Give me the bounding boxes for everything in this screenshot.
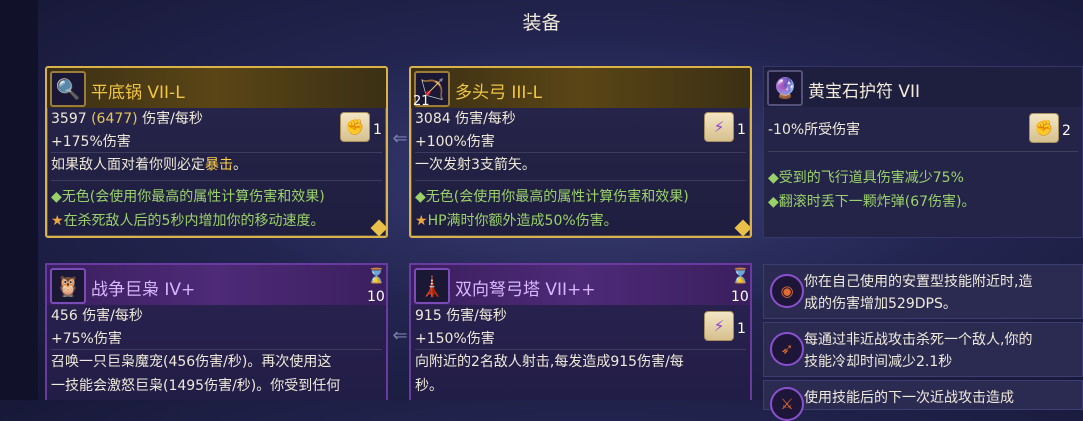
item-name: 黄宝石护符 VII xyxy=(808,82,921,102)
divider xyxy=(415,349,746,350)
dps-unit: 伤害/每秒 xyxy=(446,308,507,324)
red-rune-icon[interactable]: ✊ xyxy=(1029,113,1059,143)
passive-text: 每通过非近战攻击杀死一个敌人,你的 技能冷却时间减少2.1秒 xyxy=(804,332,1033,370)
rune-count: 1 xyxy=(737,321,746,337)
damage-bonus: +175%伤害 xyxy=(51,134,131,150)
owl-icon: 🦉 xyxy=(50,268,86,304)
damage-bonus: +75%伤害 xyxy=(51,331,122,347)
divider xyxy=(768,151,1078,152)
passive-text: 你在自己使用的安置型技能附近时,造 成的伤害增加529DPS。 xyxy=(804,274,1033,312)
passive-entry[interactable]: ⚔ 使用技能后的下一次近战攻击造成 xyxy=(763,380,1083,421)
corner-ornament xyxy=(370,219,386,236)
skill-card-turret[interactable]: 🗼 双向弩弓塔 VII++ ⌛ 10 915 伤害/每秒 +150%伤害 ⚡ 1… xyxy=(409,263,752,400)
trait-full-hp: ★HP满时你额外造成50%伤害。 xyxy=(415,213,618,229)
item-name: 平底锅 VII-L xyxy=(91,83,185,103)
cooldown-value: 10 xyxy=(367,289,385,305)
dps-value: 3597 xyxy=(51,111,87,127)
skill-description-1: 向附近的2名敌人射击,每发造成915伤害/每 xyxy=(415,354,684,370)
divider xyxy=(415,180,746,181)
stat-line: -10%所受伤害 xyxy=(768,122,861,138)
dps-unit: 伤害/每秒 xyxy=(142,111,203,127)
left-edge-panel xyxy=(0,0,38,400)
arrow-rune-icon: ➶ xyxy=(770,331,804,366)
trait-colorless: ◆无色(会使用你最高的属性计算伤害和效果) xyxy=(415,189,689,205)
swap-arrow-icon: ⇐ xyxy=(392,325,408,346)
dps-value: 3084 xyxy=(415,111,451,127)
rune-count: 2 xyxy=(1062,123,1071,139)
violet-rune-icon[interactable]: ⚡ xyxy=(704,311,734,341)
skill-card-owl[interactable]: 🦉 战争巨枭 IV+ ⌛ 10 456 伤害/每秒 +75%伤害 召唤一只巨枭魔… xyxy=(45,263,388,400)
eye-rune-icon: ◉ xyxy=(770,273,804,308)
star-icon: ★ xyxy=(415,213,428,229)
skill-description-1: 召唤一只巨枭魔宠(456伤害/秒)。再次使用这 xyxy=(51,354,332,370)
rune-count: 1 xyxy=(737,122,746,138)
crit-keyword: 暴击 xyxy=(205,157,233,173)
item-card-amulet[interactable]: 🔮 黄宝石护符 VII -10%所受伤害 ✊ 2 ◆受到的飞行道具伤害减少75%… xyxy=(763,66,1083,238)
item-card-bow[interactable]: 🏹 21 多头弓 III-L 3084 伤害/每秒 +100%伤害 ⚡ 1 一次… xyxy=(409,66,752,238)
item-description: 如果敌人面对着你则必定暴击。 xyxy=(51,157,247,173)
hourglass-icon: ⌛ xyxy=(731,267,750,285)
dps-value: 915 xyxy=(415,308,442,324)
violet-rune-icon[interactable]: ⚡ xyxy=(704,112,734,142)
dps-line: 456 伤害/每秒 xyxy=(51,305,143,325)
divider xyxy=(415,152,746,153)
star-icon: ★ xyxy=(51,213,64,229)
cooldown-value: 10 xyxy=(731,289,749,305)
divider xyxy=(51,349,382,350)
dps-unit: 伤害/每秒 xyxy=(82,308,143,324)
skill-description-2: 一技能会激怒巨枭(1495伤害/秒)。你受到任何 xyxy=(51,378,341,394)
damage-bonus: +100%伤害 xyxy=(415,134,495,150)
crossbow-turret-icon: 🗼 xyxy=(414,268,450,304)
trait-bomb: ◆翻滚时丢下一颗炸弹(67伤害)。 xyxy=(768,194,976,210)
red-rune-icon[interactable]: ✊ xyxy=(340,112,370,142)
divider xyxy=(51,180,382,181)
dps-value: 456 xyxy=(51,308,78,324)
item-description: 一次发射3支箭矢。 xyxy=(415,157,536,173)
trait-projectile: ◆受到的飞行道具伤害减少75% xyxy=(768,170,964,186)
item-name: 双向弩弓塔 VII++ xyxy=(455,280,596,300)
skill-description-2: 秒。 xyxy=(415,378,443,394)
item-name: 多头弓 III-L xyxy=(455,83,543,103)
passive-entry[interactable]: ➶ 每通过非近战攻击杀死一个敌人,你的 技能冷却时间减少2.1秒 xyxy=(763,322,1083,377)
dps-alt-value: (6477) xyxy=(91,111,138,127)
trait-colorless: ◆无色(会使用你最高的属性计算伤害和效果) xyxy=(51,189,325,205)
swap-arrow-icon: ⇐ xyxy=(392,128,408,149)
amulet-icon: 🔮 xyxy=(767,70,803,106)
passive-entry[interactable]: ◉ 你在自己使用的安置型技能附近时,造 成的伤害增加529DPS。 xyxy=(763,264,1083,319)
item-card-pan[interactable]: 🔍 平底锅 VII-L 3597 (6477) 伤害/每秒 +175%伤害 ✊ … xyxy=(45,66,388,238)
divider xyxy=(51,152,382,153)
passive-text: 使用技能后的下一次近战攻击造成 xyxy=(804,390,1014,406)
dps-line: 3084 伤害/每秒 xyxy=(415,108,516,128)
corner-ornament xyxy=(734,219,750,236)
dps-line: 3597 (6477) 伤害/每秒 xyxy=(51,108,203,128)
icon-count: 21 xyxy=(413,94,430,109)
page-title: 装备 xyxy=(522,12,561,34)
dps-line: 915 伤害/每秒 xyxy=(415,305,507,325)
sword-rune-icon: ⚔ xyxy=(770,387,804,421)
dps-unit: 伤害/每秒 xyxy=(455,111,516,127)
rune-count: 1 xyxy=(373,122,382,138)
magnifier-pan-icon: 🔍 xyxy=(50,71,86,107)
item-name: 战争巨枭 IV+ xyxy=(91,280,196,300)
trait-speed: ★在杀死敌人后的5秒内增加你的移动速度。 xyxy=(51,213,325,229)
hourglass-icon: ⌛ xyxy=(367,267,386,285)
damage-bonus: +150%伤害 xyxy=(415,331,495,347)
